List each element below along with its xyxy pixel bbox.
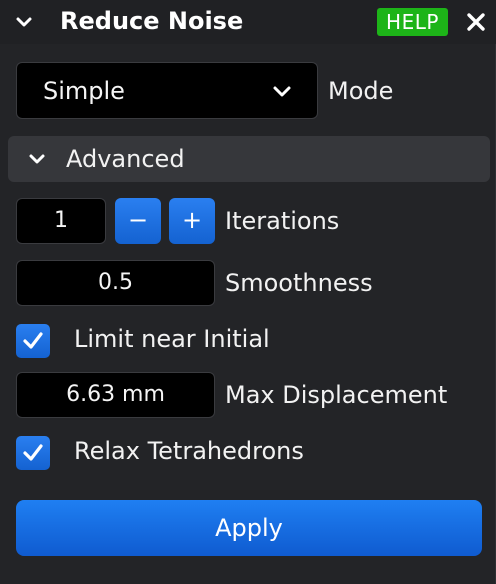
panel-collapse-toggle[interactable]: [10, 8, 38, 36]
mode-dropdown[interactable]: Simple: [16, 62, 318, 119]
close-button[interactable]: [463, 8, 489, 36]
smoothness-input[interactable]: 0.5: [16, 260, 215, 306]
chevron-down-icon: [29, 154, 45, 164]
iterations-label: Iterations: [225, 207, 340, 235]
mode-label: Mode: [328, 77, 394, 105]
advanced-section-header[interactable]: Advanced: [8, 136, 490, 182]
limit-near-initial-label: Limit near Initial: [74, 325, 270, 353]
max-displacement-label: Max Displacement: [225, 381, 448, 409]
iterations-increment-button[interactable]: +: [169, 198, 215, 244]
limit-near-initial-checkbox[interactable]: [16, 324, 50, 358]
iterations-input[interactable]: 1: [16, 198, 106, 244]
dropdown-arrow: [271, 81, 293, 103]
chevron-down-icon: [273, 86, 291, 97]
reduce-noise-panel: Reduce Noise HELP Simple Mode Advanced 1…: [0, 0, 496, 584]
apply-button[interactable]: Apply: [16, 500, 482, 556]
help-button[interactable]: HELP: [377, 8, 448, 36]
advanced-section-title: Advanced: [66, 145, 185, 173]
iterations-decrement-button[interactable]: −: [115, 198, 161, 244]
max-displacement-input[interactable]: 6.63 mm: [16, 372, 215, 418]
chevron-down-icon: [16, 17, 32, 27]
relax-tetrahedrons-checkbox[interactable]: [16, 436, 50, 470]
section-toggle: [26, 148, 48, 170]
checkmark-icon: [23, 332, 43, 349]
checkmark-icon: [23, 444, 43, 461]
close-icon: [467, 13, 485, 31]
mode-selected-value: Simple: [43, 77, 125, 105]
smoothness-label: Smoothness: [225, 269, 373, 297]
relax-tetrahedrons-label: Relax Tetrahedrons: [74, 437, 304, 465]
panel-title: Reduce Noise: [60, 7, 244, 35]
panel-header: Reduce Noise HELP: [0, 0, 496, 44]
